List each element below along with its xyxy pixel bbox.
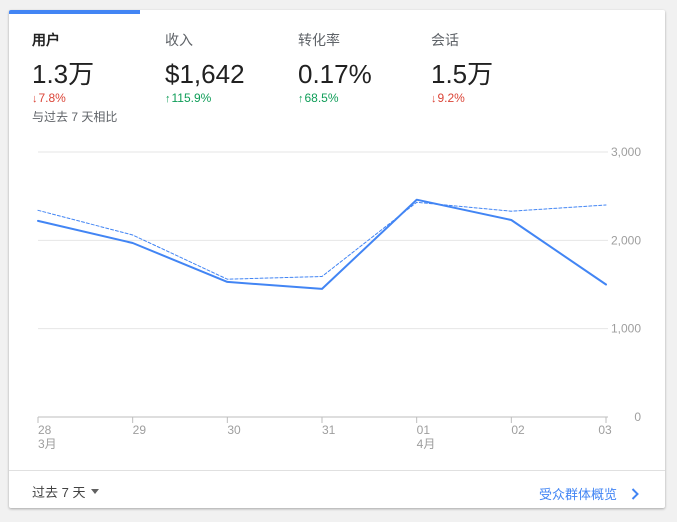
x-tick-label: 02 xyxy=(511,423,525,437)
y-tick-label: 3,000 xyxy=(611,145,641,159)
x-tick-label: 29 xyxy=(133,423,147,437)
x-tick-sublabel: 4月 xyxy=(417,437,436,451)
x-tick-label: 31 xyxy=(322,423,336,437)
date-range-dropdown[interactable]: 过去 7 天 xyxy=(32,482,100,501)
audience-overview-link[interactable]: 受众群体概览 xyxy=(539,484,639,503)
x-tick-label: 01 xyxy=(417,423,431,437)
series-line-solid xyxy=(37,198,607,290)
users-line-chart: 0 1,000 2,000 3,000 283月 29 30 31 014月 02 03 xyxy=(37,145,641,451)
audience-overview-card: 用户 1.3万 ↓7.8% 收入 $1,642 ↑115.9% 转化率 0.17… xyxy=(9,10,665,508)
audience-overview-link-label: 受众群体概览 xyxy=(539,487,618,502)
footer-divider xyxy=(9,470,665,471)
date-range-label: 过去 7 天 xyxy=(32,485,86,500)
y-tick-label: 2,000 xyxy=(611,233,641,247)
x-tick-label: 03 xyxy=(598,423,612,437)
chevron-right-icon xyxy=(631,487,639,500)
caret-down-icon xyxy=(91,489,100,494)
x-tick-sublabel: 3月 xyxy=(38,437,57,451)
y-tick-label: 1,000 xyxy=(611,322,641,336)
x-tick-label: 30 xyxy=(227,423,241,437)
y-tick-label: 0 xyxy=(634,410,641,424)
x-tick-label: 28 xyxy=(38,423,52,437)
